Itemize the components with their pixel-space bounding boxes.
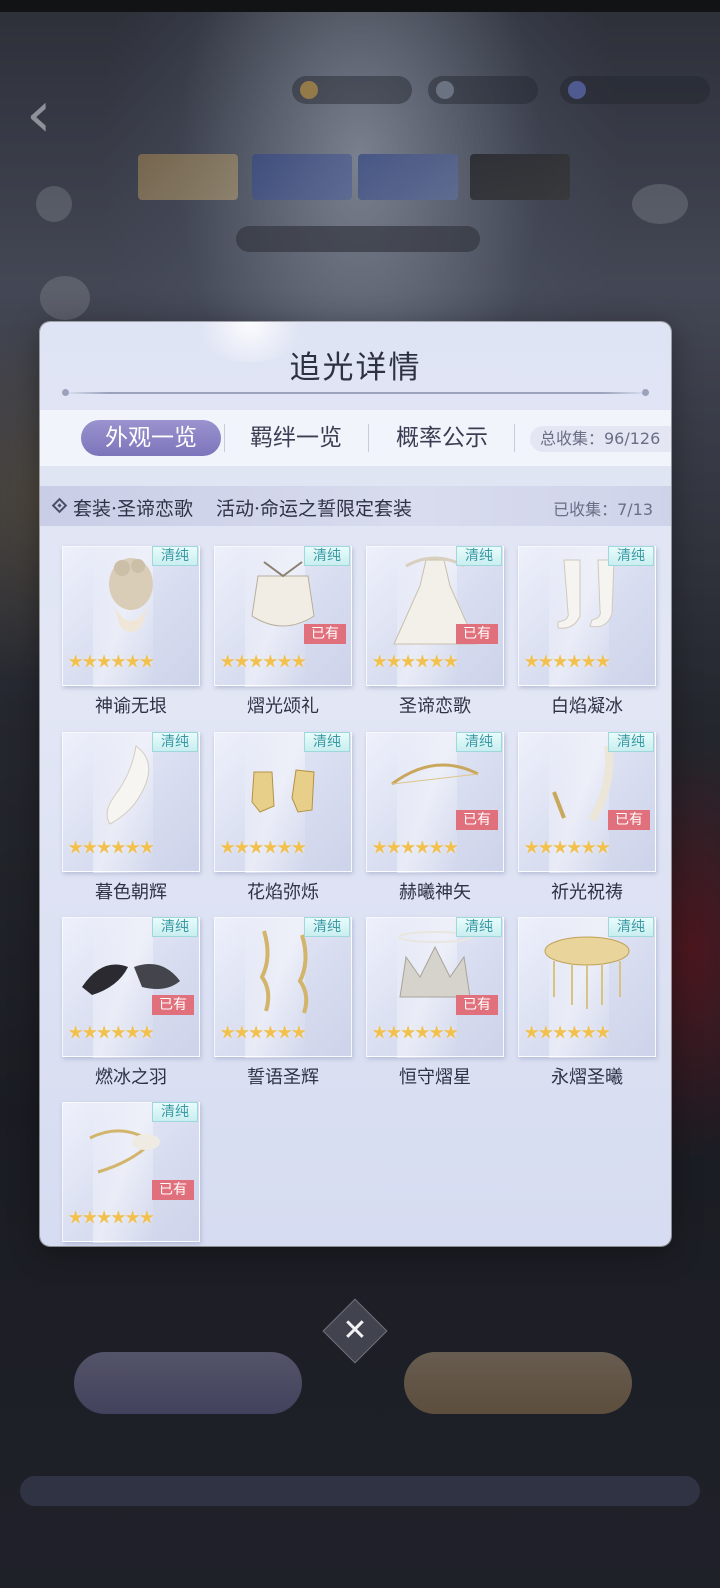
item-name: 誓语圣辉: [247, 1067, 319, 1088]
item-card[interactable]: 清纯已有 ★★★★★★: [62, 1102, 200, 1243]
item-card[interactable]: 清纯 ★★★★★★ 永熠圣曦: [518, 917, 656, 1088]
tab-separator: [368, 424, 369, 452]
star-rating-icon: ★★★★★★: [372, 1023, 458, 1043]
owned-badge: 已有: [608, 810, 650, 830]
item-card[interactable]: 清纯 ★★★★★★ 白焰凝冰: [518, 546, 656, 717]
panel-title: 追光详情: [289, 350, 422, 386]
total-collected: 总收集：96/126: [530, 426, 671, 452]
owned-badge: 已有: [304, 624, 346, 644]
style-tag: 清纯: [608, 917, 654, 937]
suit-header: 套装·圣谛恋歌 活动·命运之誓限定套装 已收集：7/13: [40, 486, 671, 526]
style-tag: 清纯: [304, 546, 350, 566]
item-card[interactable]: 清纯已有 ★★★★★★ 圣谛恋歌: [366, 546, 504, 717]
style-tag: 清纯: [456, 732, 502, 752]
style-tag: 清纯: [456, 917, 502, 937]
suit-event: 活动·命运之誓限定套装: [216, 498, 413, 520]
owned-badge: 已有: [456, 995, 498, 1015]
tab-separator: [514, 424, 515, 452]
title-divider: [62, 389, 649, 396]
suit-collected: 已收集：7/13: [553, 500, 653, 519]
item-name: 永熠圣曦: [551, 1067, 623, 1088]
style-tag: 清纯: [304, 917, 350, 937]
diamond-bullet-icon: [51, 497, 68, 514]
star-rating-icon: ★★★★★★: [220, 838, 306, 858]
item-card[interactable]: 清纯已有 ★★★★★★ 恒守熠星: [366, 917, 504, 1088]
tab-probability[interactable]: 概率公示: [372, 420, 512, 456]
detail-panel: 追光详情 外观一览 羁绊一览 概率公示 总收集：96/126 套装·圣谛恋歌 活…: [40, 322, 671, 1246]
star-rating-icon: ★★★★★★: [68, 838, 154, 858]
star-rating-icon: ★★★★★★: [68, 1208, 154, 1228]
star-rating-icon: ★★★★★★: [220, 652, 306, 672]
item-name: 熠光颂礼: [247, 696, 319, 717]
item-name: 花焰弥烁: [247, 882, 319, 903]
owned-badge: 已有: [456, 810, 498, 830]
tab-separator: [224, 424, 225, 452]
star-rating-icon: ★★★★★★: [524, 838, 610, 858]
tab-appearance[interactable]: 外观一览: [81, 420, 221, 456]
owned-badge: 已有: [456, 624, 498, 644]
star-rating-icon: ★★★★★★: [524, 652, 610, 672]
tab-bonds[interactable]: 羁绊一览: [226, 420, 366, 456]
item-card[interactable]: 清纯已有 ★★★★★★ 祈光祝祷: [518, 732, 656, 903]
item-card[interactable]: 清纯已有 ★★★★★★ 燃冰之羽: [62, 917, 200, 1088]
item-name: 赫曦神矢: [399, 882, 471, 903]
item-card[interactable]: 清纯 ★★★★★★ 暮色朝辉: [62, 732, 200, 903]
item-name: 圣谛恋歌: [399, 696, 471, 717]
item-name: 白焰凝冰: [551, 696, 623, 717]
star-rating-icon: ★★★★★★: [68, 652, 154, 672]
style-tag: 清纯: [152, 917, 198, 937]
item-name: 暮色朝辉: [95, 882, 167, 903]
star-rating-icon: ★★★★★★: [524, 1023, 610, 1043]
tab-bar: 外观一览 羁绊一览 概率公示 总收集：96/126: [40, 410, 671, 466]
close-icon[interactable]: ✕: [332, 1308, 378, 1354]
star-rating-icon: ★★★★★★: [372, 652, 458, 672]
item-card[interactable]: 清纯 ★★★★★★ 神谕无垠: [62, 546, 200, 717]
owned-badge: 已有: [152, 995, 194, 1015]
style-tag: 清纯: [152, 546, 198, 566]
item-name: 神谕无垠: [95, 696, 167, 717]
style-tag: 清纯: [304, 732, 350, 752]
item-card[interactable]: 清纯 ★★★★★★ 花焰弥烁: [214, 732, 352, 903]
style-tag: 清纯: [456, 546, 502, 566]
item-card[interactable]: 清纯已有 ★★★★★★ 熠光颂礼: [214, 546, 352, 717]
star-rating-icon: ★★★★★★: [220, 1023, 306, 1043]
star-rating-icon: ★★★★★★: [68, 1023, 154, 1043]
style-tag: 清纯: [608, 546, 654, 566]
item-card[interactable]: 清纯已有 ★★★★★★ 赫曦神矢: [366, 732, 504, 903]
item-name: 祈光祝祷: [551, 882, 623, 903]
style-tag: 清纯: [152, 732, 198, 752]
style-tag: 清纯: [608, 732, 654, 752]
item-name: 燃冰之羽: [95, 1067, 167, 1088]
owned-badge: 已有: [152, 1180, 194, 1200]
item-card[interactable]: 清纯 ★★★★★★ 誓语圣辉: [214, 917, 352, 1088]
star-rating-icon: ★★★★★★: [372, 838, 458, 858]
suit-name: 套装·圣谛恋歌: [73, 498, 194, 520]
style-tag: 清纯: [152, 1102, 198, 1122]
item-name: 恒守熠星: [399, 1067, 471, 1088]
